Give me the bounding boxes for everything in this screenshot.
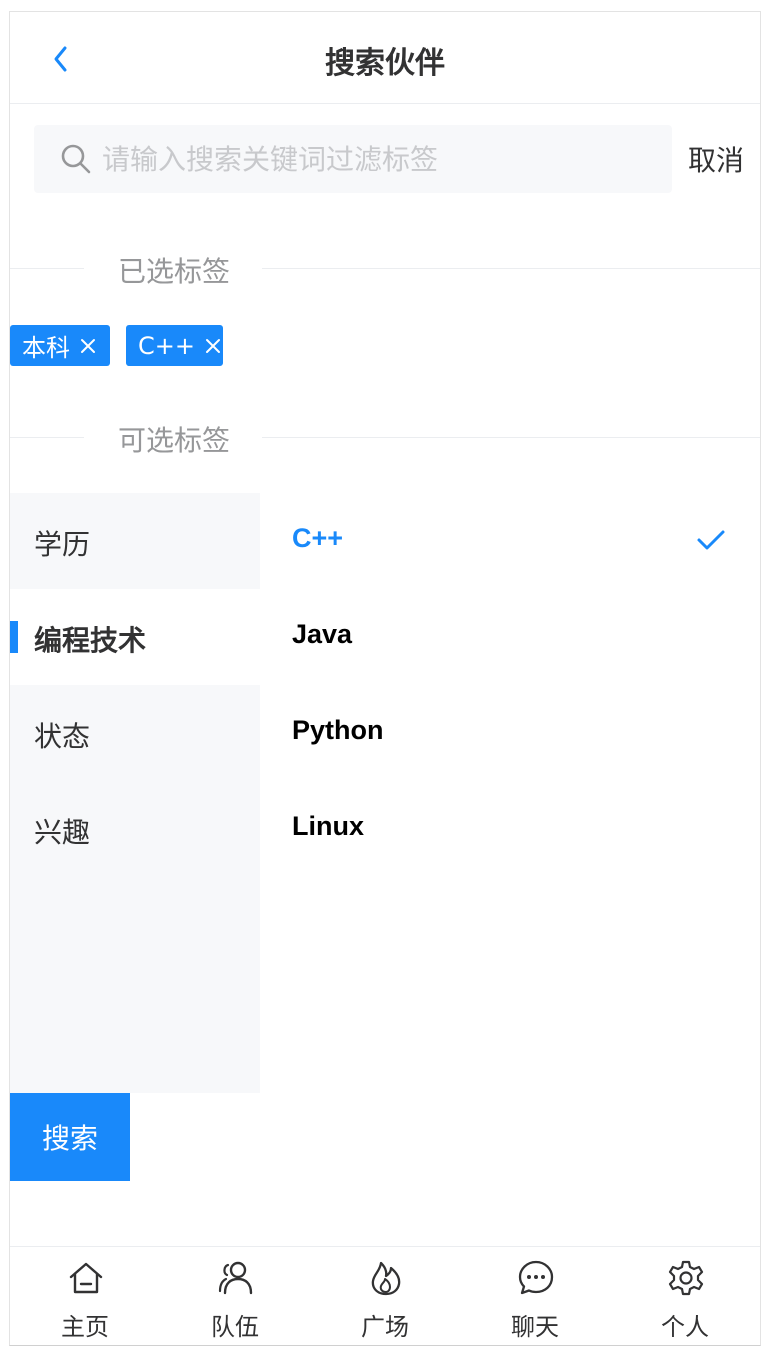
selected-tags-divider: 已选标签 [10, 248, 760, 288]
tag-label: 本科 [22, 334, 70, 362]
page-title: 搜索伙伴 [325, 46, 445, 81]
category-item[interactable]: 学历 [10, 493, 260, 589]
search-button[interactable]: 搜索 [10, 1093, 130, 1181]
option-label: Python [292, 715, 384, 745]
category-label: 学历 [34, 528, 91, 561]
option-label: C++ [292, 523, 344, 553]
cancel-button[interactable]: 取消 [688, 139, 744, 179]
available-tags-divider: 可选标签 [10, 417, 760, 457]
selected-tags-title: 已选标签 [118, 255, 231, 288]
search-field[interactable] [34, 125, 672, 193]
category-sidebar: 学历 编程技术 状态 兴趣 [10, 493, 260, 1093]
tag-label: C++ [138, 331, 195, 360]
team-icon [218, 1261, 253, 1295]
tag-tree-select: 学历 编程技术 状态 兴趣 C++ Java Python Linux [10, 493, 760, 1093]
tab-label: 主页 [61, 1313, 109, 1341]
tab-label: 广场 [361, 1313, 409, 1341]
tab-team[interactable]: 队伍 [160, 1247, 310, 1345]
category-label: 状态 [34, 720, 91, 753]
fire-icon [371, 1261, 401, 1296]
option-label: Linux [292, 811, 364, 841]
checkmark-icon [697, 530, 725, 550]
option-label: Java [292, 619, 353, 649]
search-bar: 取消 [34, 125, 754, 193]
tab-label: 聊天 [511, 1313, 559, 1341]
active-indicator [10, 621, 18, 653]
category-label: 编程技术 [34, 624, 147, 657]
nav-bar: 搜索伙伴 [10, 12, 760, 104]
divider-line [10, 437, 84, 438]
chat-icon [518, 1260, 554, 1295]
divider-line [10, 268, 84, 269]
tab-home[interactable]: 主页 [10, 1247, 160, 1345]
settings-icon [668, 1260, 704, 1296]
tag-option-selected[interactable]: C++ [260, 493, 760, 589]
home-icon [69, 1262, 103, 1294]
divider-line [262, 268, 760, 269]
available-tags-title: 可选标签 [118, 424, 231, 457]
divider-line [262, 437, 760, 438]
tab-profile[interactable]: 个人 [610, 1247, 760, 1345]
search-icon [61, 144, 91, 174]
category-item[interactable]: 状态 [10, 685, 260, 781]
close-icon[interactable] [78, 336, 98, 356]
tag-option[interactable]: Java [260, 589, 760, 685]
tab-label: 个人 [661, 1313, 709, 1341]
tag-option[interactable]: Python [260, 685, 760, 781]
search-input[interactable] [102, 135, 662, 183]
category-item-active[interactable]: 编程技术 [10, 589, 260, 685]
category-label: 兴趣 [34, 816, 91, 849]
tag-option[interactable]: Linux [260, 781, 760, 877]
selected-tag[interactable]: C++ [126, 325, 223, 366]
app-frame: 搜索伙伴 取消 已选标签 本科 C++ [9, 11, 761, 1346]
tag-options: C++ Java Python Linux [260, 493, 760, 1093]
tab-square[interactable]: 广场 [310, 1247, 460, 1345]
category-item[interactable]: 兴趣 [10, 781, 260, 877]
tab-label: 队伍 [211, 1313, 259, 1341]
tab-bar: 主页 队伍 广场 聊天 个人 [10, 1246, 760, 1345]
close-icon[interactable] [203, 336, 223, 356]
tab-chat[interactable]: 聊天 [460, 1247, 610, 1345]
selected-tag[interactable]: 本科 [10, 325, 110, 366]
